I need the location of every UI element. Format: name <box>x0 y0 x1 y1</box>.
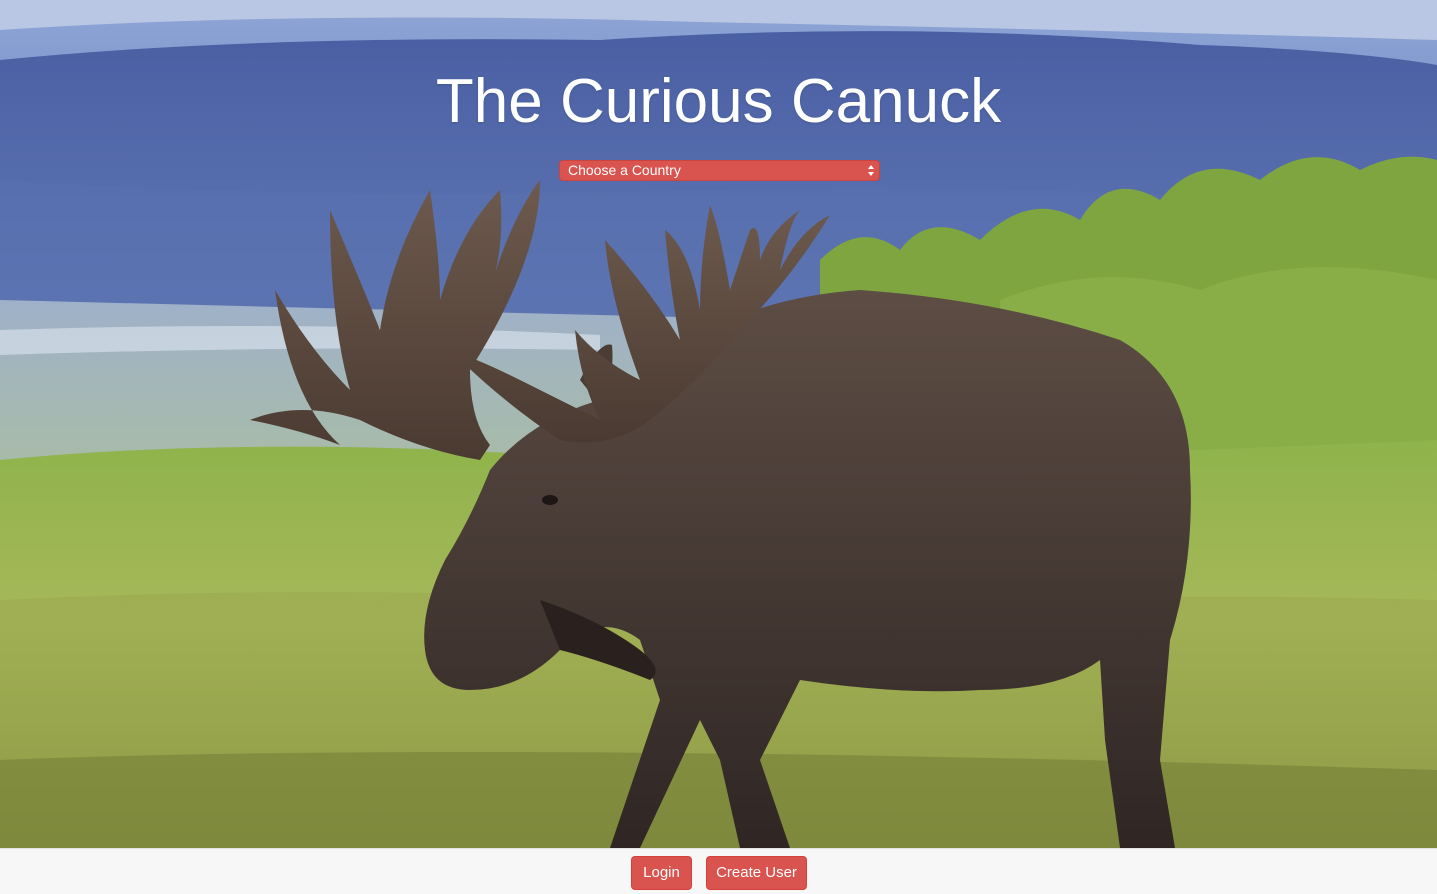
country-select-value: Choose a Country <box>568 162 681 178</box>
page: The Curious Canuck Choose a Country Logi… <box>0 0 1437 894</box>
footer-bar: Login Create User <box>0 848 1437 894</box>
country-select[interactable]: Choose a Country <box>559 160 880 181</box>
page-title: The Curious Canuck <box>435 67 1002 136</box>
select-arrows-icon <box>868 165 874 176</box>
create-user-button[interactable]: Create User <box>706 856 807 890</box>
login-button[interactable]: Login <box>631 856 692 890</box>
